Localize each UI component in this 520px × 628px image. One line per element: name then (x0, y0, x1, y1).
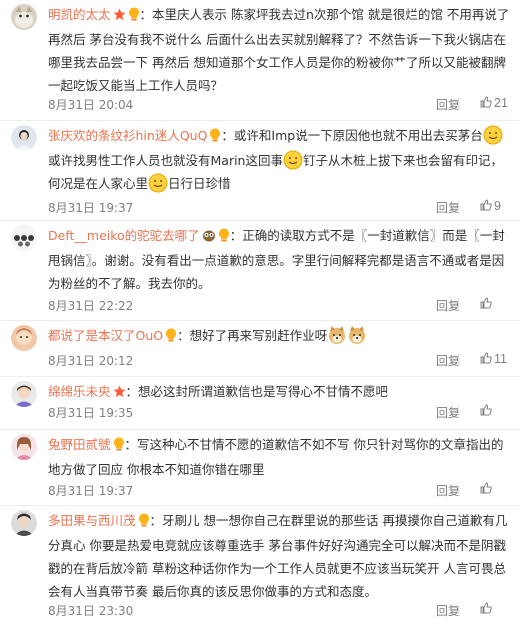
user-avatar[interactable] (11, 225, 37, 251)
comment-text: 或许找男性工作人员也就没有Marin这回事 (48, 153, 283, 168)
like-count: 21 (494, 96, 508, 110)
username-link[interactable]: Deft__meiko的驼驼去哪了 (48, 228, 200, 243)
thumbs-up-icon (480, 96, 492, 108)
user-avatar[interactable] (11, 510, 37, 536)
reply-button[interactable]: 回复 (436, 482, 460, 499)
reply-button[interactable]: 回复 (436, 602, 460, 619)
comment-body: 明凯的太太 ：本里庆人表示 陈家坪我去过n次那个馆 就是很烂的馆 不用再说了 再然… (48, 3, 512, 97)
like-button[interactable] (480, 404, 494, 418)
weibo-lightbulb-badge-icon (165, 326, 177, 349)
weibo-lightbulb-badge-icon (209, 126, 221, 149)
user-avatar[interactable] (11, 4, 37, 30)
user-avatar[interactable] (11, 381, 37, 407)
divider (458, 299, 459, 311)
like-button[interactable]: 21 (480, 96, 508, 110)
user-avatar[interactable] (11, 325, 37, 351)
like-count: 9 (494, 199, 501, 213)
comment-body: Deft__meiko的驼驼去哪了 ：正确的读取方式不是〖一封道歉信〗而是〖一封甩… (48, 224, 512, 295)
comment-item: 都说了是本汉了OuO ：想好了再来写别赶作业呀 8月31日 20:12 回复 11 (0, 321, 520, 377)
like-count: 11 (494, 352, 507, 366)
reply-button[interactable]: 回复 (436, 96, 460, 113)
star-badge-icon (113, 382, 126, 405)
comment-text: ：想必这封所谓道歉信也是写得心不甘情不愿吧 (125, 384, 389, 399)
doge-emoji-icon (349, 326, 366, 344)
comment-date: 8月31日 20:12 (48, 354, 134, 368)
username-link[interactable]: 明凯的太太 (48, 7, 111, 22)
comment-body: 张庆欢的条纹衫hin迷人QuQ ：或许和Imp说一下原因他也就不用出去买茅台或许找… (48, 124, 512, 195)
comment-date: 8月31日 19:37 (48, 484, 134, 498)
divider (458, 354, 459, 366)
divider (458, 484, 459, 496)
like-button[interactable] (480, 297, 494, 311)
reply-button[interactable]: 回复 (436, 352, 460, 369)
username-link[interactable]: 兔野田贰號 (48, 437, 111, 452)
user-avatar[interactable] (11, 434, 37, 460)
weibo-lightbulb-badge-icon (128, 5, 140, 28)
thumbs-up-icon (480, 297, 492, 309)
comment-date: 8月31日 22:22 (48, 299, 134, 313)
comment-date: 8月31日 19:37 (48, 201, 134, 215)
comment-item: 张庆欢的条纹衫hin迷人QuQ ：或许和Imp说一下原因他也就不用出去买茅台或许找… (0, 121, 520, 221)
user-avatar[interactable] (11, 125, 37, 151)
thumbs-up-icon (480, 482, 492, 494)
like-button[interactable] (480, 482, 494, 496)
thumbs-up-icon (480, 602, 492, 614)
thumbs-up-icon (480, 352, 492, 364)
star-badge-icon (113, 5, 126, 28)
username-link[interactable]: 都说了是本汉了OuO (48, 328, 163, 343)
divider (458, 98, 459, 110)
comment-item: 明凯的太太 ：本里庆人表示 陈家坪我去过n次那个馆 就是很烂的馆 不用再说了 再然… (0, 0, 520, 121)
reply-button[interactable]: 回复 (436, 297, 460, 314)
comment-date: 8月31日 23:30 (48, 604, 134, 618)
divider (458, 604, 459, 616)
comment-body: 多田果与西川茂 ：牙刷儿 想一想你自己在群里说的那些话 再摸摸你自己道歉有几分真心… (48, 509, 512, 603)
smile-emoji-icon (483, 125, 503, 145)
comment-item: 绵绵乐未央 ：想必这封所谓道歉信也是写得心不甘情不愿吧 8月31日 19:35 回… (0, 377, 520, 430)
comment-text: ：想好了再来写别赶作业呀 (177, 328, 328, 343)
comment-body: 都说了是本汉了OuO ：想好了再来写别赶作业呀 (48, 324, 512, 349)
comment-text: 日行日珍惜 (168, 176, 231, 191)
smile-emoji-icon (283, 150, 303, 170)
owl-badge-icon (202, 226, 216, 249)
weibo-lightbulb-badge-icon (218, 226, 230, 249)
weibo-lightbulb-badge-icon (113, 435, 125, 458)
comment-body: 兔野田贰號 ：写这种心不甘情不愿的道歉信不如不写 你只针对骂你的文章指出的地方做了… (48, 433, 512, 481)
divider (458, 201, 459, 213)
comment-item: Deft__meiko的驼驼去哪了 ：正确的读取方式不是〖一封道歉信〗而是〖一封甩… (0, 221, 520, 321)
comment-text: ：或许和Imp说一下原因他也就不用出去买茅台 (221, 128, 483, 143)
comment-list: 明凯的太太 ：本里庆人表示 陈家坪我去过n次那个馆 就是很烂的馆 不用再说了 再然… (0, 0, 520, 628)
username-link[interactable]: 多田果与西川茂 (48, 513, 136, 528)
like-button[interactable] (480, 602, 494, 616)
comment-item: 多田果与西川茂 ：牙刷儿 想一想你自己在群里说的那些话 再摸摸你自己道歉有几分真心… (0, 506, 520, 628)
comment-date: 8月31日 20:04 (48, 98, 134, 112)
username-link[interactable]: 绵绵乐未央 (48, 384, 111, 399)
reply-button[interactable]: 回复 (436, 199, 460, 216)
weibo-lightbulb-badge-icon (138, 511, 150, 534)
doge-emoji-icon (329, 326, 346, 344)
reply-button[interactable]: 回复 (436, 404, 460, 421)
thumbs-up-icon (480, 404, 492, 416)
divider (458, 406, 459, 418)
like-button[interactable]: 11 (480, 352, 507, 366)
comment-date: 8月31日 19:35 (48, 406, 134, 420)
thumbs-up-icon (480, 199, 492, 211)
smile-emoji-icon (148, 173, 168, 193)
comment-item: 兔野田贰號 ：写这种心不甘情不愿的道歉信不如不写 你只针对骂你的文章指出的地方做了… (0, 430, 520, 506)
like-button[interactable]: 9 (480, 199, 501, 213)
username-link[interactable]: 张庆欢的条纹衫hin迷人QuQ (48, 128, 207, 143)
comment-body: 绵绵乐未央 ：想必这封所谓道歉信也是写得心不甘情不愿吧 (48, 380, 512, 405)
